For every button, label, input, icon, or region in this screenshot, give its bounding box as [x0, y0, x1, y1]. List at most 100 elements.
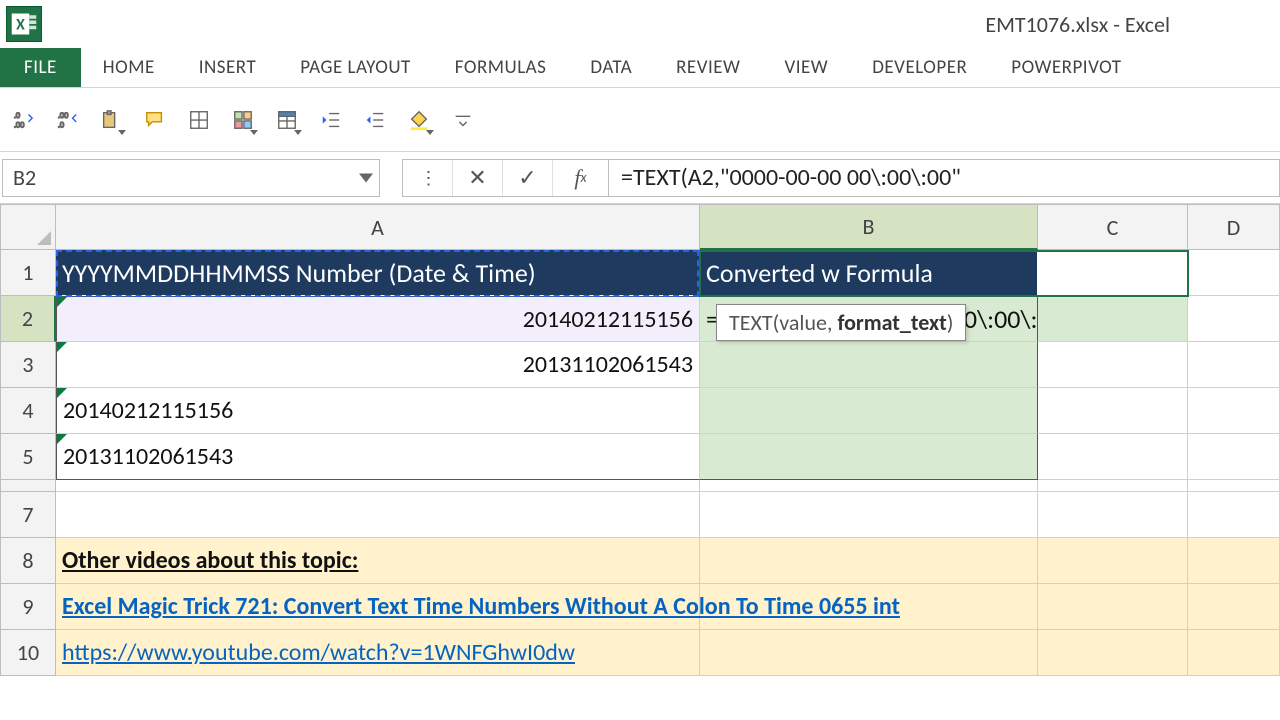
formula-bar-input[interactable]: =TEXT(A2,"0000-00-00 00\:00\:00" — [609, 159, 1280, 197]
cell-B6[interactable] — [700, 480, 1038, 492]
cell-C8[interactable] — [1038, 538, 1188, 584]
cell-A8[interactable]: Other videos about this topic: — [56, 538, 700, 584]
tab-insert[interactable]: INSERT — [177, 48, 278, 87]
insert-function-icon[interactable]: fx — [553, 159, 609, 197]
row-header-2[interactable]: 2 — [0, 296, 56, 342]
worksheet-grid[interactable]: A B C D 1 YYYYMMDDHHMMSS Number (Date & … — [0, 204, 1280, 676]
cell-C6[interactable] — [1038, 480, 1188, 492]
cell-A9[interactable]: Excel Magic Trick 721: Convert Text Time… — [56, 584, 700, 630]
cell-C9[interactable] — [1038, 584, 1188, 630]
column-headers: A B C D — [0, 204, 1280, 250]
column-header-C[interactable]: C — [1038, 204, 1188, 250]
cell-D5[interactable] — [1188, 434, 1280, 480]
cell-D7[interactable] — [1188, 492, 1280, 538]
row-header-7[interactable]: 7 — [0, 492, 56, 538]
cell-C2[interactable] — [1038, 296, 1188, 342]
cell-A4[interactable]: 20140212115156 — [56, 388, 700, 434]
increase-decimal-icon[interactable]: .0.00 — [6, 103, 40, 137]
cell-A5[interactable]: 20131102061543 — [56, 434, 700, 480]
quick-access-toolbar: .0.00 .00.0 — [0, 88, 1280, 152]
row-9: 9 Excel Magic Trick 721: Convert Text Ti… — [0, 584, 1280, 630]
tab-review[interactable]: REVIEW — [654, 48, 762, 87]
tab-developer[interactable]: DEVELOPER — [850, 48, 989, 87]
borders-icon[interactable] — [182, 103, 216, 137]
formula-bar-buttons: ⋮ — [402, 159, 453, 197]
fill-color-icon[interactable] — [402, 103, 436, 137]
column-header-D[interactable]: D — [1188, 204, 1280, 250]
cell-C5[interactable] — [1038, 434, 1188, 480]
cell-C4[interactable] — [1038, 388, 1188, 434]
tab-data[interactable]: DATA — [568, 48, 654, 87]
column-header-B[interactable]: B — [700, 204, 1038, 250]
row-header-6[interactable] — [0, 480, 56, 492]
increase-indent-icon[interactable] — [314, 103, 348, 137]
cell-B7[interactable] — [700, 492, 1038, 538]
cell-A3[interactable]: 20131102061543 — [56, 342, 700, 388]
tab-view[interactable]: VIEW — [762, 48, 850, 87]
tab-formulas[interactable]: FORMULAS — [433, 48, 569, 87]
row-header-9[interactable]: 9 — [0, 584, 56, 630]
cell-A6[interactable] — [56, 480, 700, 492]
name-box[interactable]: B2 — [2, 159, 380, 197]
cell-C1[interactable] — [1038, 250, 1188, 296]
format-as-table-icon[interactable] — [270, 103, 304, 137]
customize-qat-icon[interactable] — [446, 103, 480, 137]
row-7: 7 — [0, 492, 1280, 538]
row-header-5[interactable]: 5 — [0, 434, 56, 480]
conditional-formatting-icon[interactable] — [226, 103, 260, 137]
cell-C10[interactable] — [1038, 630, 1188, 676]
cell-C3[interactable] — [1038, 342, 1188, 388]
column-header-A[interactable]: A — [56, 204, 700, 250]
tab-powerpivot[interactable]: POWERPIVOT — [989, 48, 1143, 87]
cell-A7[interactable] — [56, 492, 700, 538]
cell-D10[interactable] — [1188, 630, 1280, 676]
cell-D2[interactable] — [1188, 296, 1280, 342]
formula-expand-icon[interactable]: ⋮ — [403, 160, 453, 196]
row-header-4[interactable]: 4 — [0, 388, 56, 434]
tooltip-fn-name: TEXT — [729, 309, 773, 336]
paste-icon[interactable] — [94, 103, 128, 137]
row-header-8[interactable]: 8 — [0, 538, 56, 584]
cell-D8[interactable] — [1188, 538, 1280, 584]
new-comment-icon[interactable] — [138, 103, 172, 137]
cancel-formula-icon[interactable]: ✕ — [453, 160, 503, 196]
cell-B10[interactable] — [700, 630, 1038, 676]
row-6-collapsed — [0, 480, 1280, 492]
cell-C7[interactable] — [1038, 492, 1188, 538]
window-title: EMT1076.xlsx - Excel — [985, 11, 1170, 38]
cell-B4[interactable] — [700, 388, 1038, 434]
cell-B3[interactable] — [700, 342, 1038, 388]
excel-app-icon[interactable]: X — [6, 6, 42, 42]
cell-D3[interactable] — [1188, 342, 1280, 388]
name-box-dropdown-icon[interactable] — [359, 173, 373, 182]
row-header-1[interactable]: 1 — [0, 250, 56, 296]
svg-text:.00: .00 — [14, 120, 24, 130]
cell-A1[interactable]: YYYYMMDDHHMMSS Number (Date & Time) — [56, 250, 700, 296]
formula-bar-buttons-2: ✕ ✓ — [453, 159, 553, 197]
cell-B8[interactable] — [700, 538, 1038, 584]
name-box-value: B2 — [13, 164, 36, 191]
cell-B1[interactable]: Converted w Formula — [700, 250, 1038, 296]
cell-D6[interactable] — [1188, 480, 1280, 492]
cell-D9[interactable] — [1188, 584, 1280, 630]
decrease-indent-icon[interactable] — [358, 103, 392, 137]
function-tooltip: TEXT(value, format_text) — [716, 304, 966, 341]
svg-text:.0: .0 — [58, 120, 64, 130]
tab-page-layout[interactable]: PAGE LAYOUT — [278, 48, 433, 87]
row-header-10[interactable]: 10 — [0, 630, 56, 676]
cell-D4[interactable] — [1188, 388, 1280, 434]
tab-home[interactable]: HOME — [81, 48, 177, 87]
cell-A2[interactable]: 20140212115156 — [56, 296, 700, 342]
row-2: 2 20140212115156 =TEXT(A2,"0000-00-00 00… — [0, 296, 1280, 342]
tooltip-active-arg: format_text — [837, 309, 946, 336]
cell-B5[interactable] — [700, 434, 1038, 480]
row-header-3[interactable]: 3 — [0, 342, 56, 388]
decrease-decimal-icon[interactable]: .00.0 — [50, 103, 84, 137]
title-bar: X EMT1076.xlsx - Excel — [0, 0, 1280, 48]
enter-formula-icon[interactable]: ✓ — [503, 160, 553, 196]
select-all-corner[interactable] — [0, 204, 56, 250]
row-5: 5 20131102061543 — [0, 434, 1280, 480]
cell-D1[interactable] — [1188, 250, 1280, 296]
tab-file[interactable]: FILE — [0, 48, 81, 87]
cell-A10[interactable]: https://www.youtube.com/watch?v=1WNFGhwI… — [56, 630, 700, 676]
